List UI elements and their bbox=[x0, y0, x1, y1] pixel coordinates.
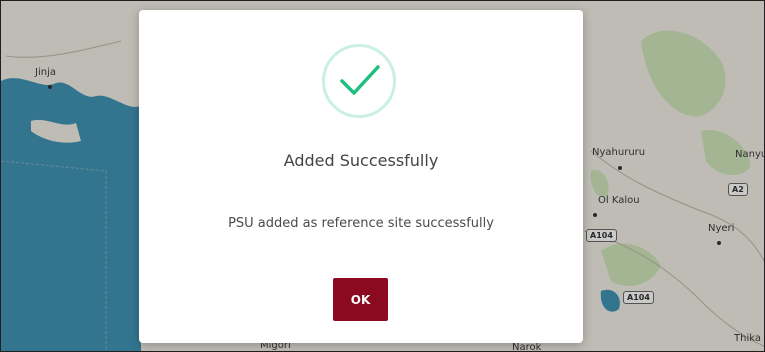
ok-button[interactable]: OK bbox=[333, 278, 388, 321]
checkmark-icon bbox=[340, 65, 380, 95]
dialog-message: PSU added as reference site successfully bbox=[228, 216, 494, 231]
success-dialog: Added Successfully PSU added as referenc… bbox=[139, 10, 583, 343]
dialog-title: Added Successfully bbox=[283, 151, 439, 170]
check-circle-icon bbox=[322, 44, 396, 118]
